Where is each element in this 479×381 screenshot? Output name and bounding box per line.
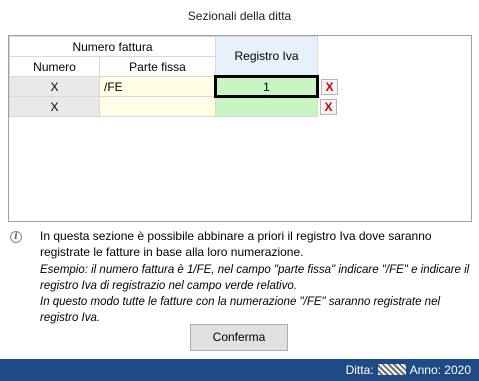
info-example: Esempio: il numero fattura è 1/FE, nel c… bbox=[40, 262, 472, 326]
delete-cell: X bbox=[318, 97, 340, 117]
anno-label: Anno: bbox=[409, 363, 441, 377]
header-numero-fattura: Numero fattura bbox=[9, 36, 216, 57]
example-line-2: In questo modo tutte le fatture con la n… bbox=[40, 296, 441, 324]
cell-numero[interactable]: X bbox=[9, 96, 100, 117]
table-row: X X bbox=[9, 96, 340, 117]
cell-registro-iva[interactable] bbox=[215, 96, 318, 117]
anno-value: 2020 bbox=[444, 363, 471, 377]
status-bar: Ditta: Anno: 2020 bbox=[0, 359, 479, 381]
header-spacer bbox=[318, 37, 340, 77]
example-line-1: Esempio: il numero fattura è 1/FE, nel c… bbox=[40, 264, 470, 292]
confirm-button[interactable]: Conferma bbox=[190, 324, 288, 351]
cell-parte-fissa[interactable]: /FE bbox=[99, 76, 216, 97]
delete-cell: X bbox=[318, 77, 340, 97]
ditta-label: Ditta: bbox=[345, 363, 374, 377]
header-parte-fissa[interactable]: Parte fissa bbox=[99, 56, 216, 77]
window-title: Sezionali della ditta bbox=[0, 0, 479, 32]
table-row: X /FE 1 X bbox=[9, 75, 340, 98]
info-text: In questa sezione è possibile abbinare a… bbox=[40, 229, 432, 259]
delete-row-button[interactable]: X bbox=[321, 79, 338, 95]
info-icon: i bbox=[10, 231, 22, 243]
ditta-redacted-value bbox=[377, 364, 406, 375]
sezionali-grid-panel: Numero fattura Registro Iva Numero Parte… bbox=[8, 35, 472, 222]
cell-parte-fissa[interactable] bbox=[99, 96, 216, 117]
header-registro-iva[interactable]: Registro Iva bbox=[215, 36, 318, 77]
sezionali-table: Numero fattura Registro Iva Numero Parte… bbox=[9, 36, 340, 117]
header-numero[interactable]: Numero bbox=[9, 56, 100, 77]
cell-registro-iva[interactable]: 1 bbox=[214, 75, 319, 98]
cell-numero[interactable]: X bbox=[9, 76, 100, 97]
delete-row-button[interactable]: X bbox=[320, 99, 337, 115]
